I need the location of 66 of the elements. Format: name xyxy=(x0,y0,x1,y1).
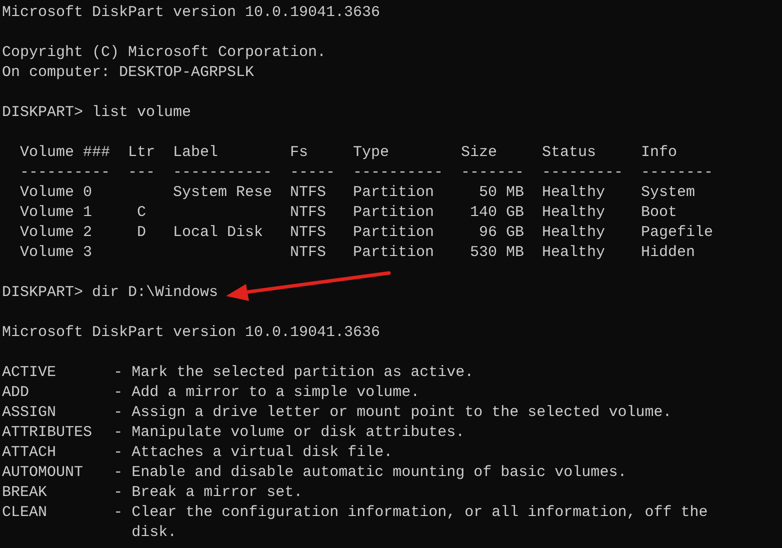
command-description: - Mark the selected partition as active. xyxy=(114,363,475,383)
table-cell: Local Disk xyxy=(173,223,264,243)
command-name: ASSIGN xyxy=(2,404,56,421)
table-cell: Volume 0 xyxy=(20,183,92,203)
table-cell: Partition xyxy=(353,203,434,223)
table-cell: NTFS xyxy=(290,243,326,263)
table-cell: 140 GB xyxy=(470,203,524,223)
table-cell: NTFS xyxy=(290,183,326,203)
header-underline: -------- xyxy=(641,163,714,183)
console-line: Microsoft DiskPart version 10.0.19041.3636 xyxy=(2,323,380,343)
header-underline: ---------- xyxy=(20,163,110,183)
header-underline: --------- xyxy=(542,163,624,183)
console-line: Microsoft DiskPart version 10.0.19041.3636 xyxy=(2,3,380,23)
command-name: CLEAN xyxy=(2,504,48,521)
header-underline: ----------- xyxy=(173,163,272,183)
console-line: Copyright (C) Microsoft Corporation. xyxy=(2,43,326,63)
command-description: - Enable and disable automatic mounting of basic volumes. xyxy=(114,463,628,483)
command-name: ADD xyxy=(2,384,30,401)
command-description: - Attaches a virtual disk file. xyxy=(114,443,394,463)
column-header: Fs xyxy=(290,143,310,163)
console-line: On computer: DESKTOP-AGRPSLK xyxy=(2,63,254,83)
table-cell: Volume 2 xyxy=(20,223,92,243)
command-line: DISKPART> list volume xyxy=(2,103,192,123)
table-cell: C xyxy=(136,203,146,223)
command-description: - Clear the configuration information, or all information, off the disk. xyxy=(114,503,709,543)
table-cell: NTFS xyxy=(290,223,326,243)
command-name: ATTRIBUTES xyxy=(2,424,92,441)
column-header: Label xyxy=(173,143,220,163)
header-underline: ----- xyxy=(290,163,336,183)
column-header: Type xyxy=(353,143,390,163)
command-name: ATTACH xyxy=(2,444,56,461)
header-underline: --- xyxy=(128,163,155,183)
table-cell: 50 MB xyxy=(479,183,524,203)
table-cell: Boot xyxy=(641,203,678,223)
table-cell: 96 GB xyxy=(479,223,524,243)
column-header: Volume ### xyxy=(20,143,110,163)
column-header: Status xyxy=(542,143,598,163)
column-header: Info xyxy=(641,143,678,163)
table-cell: Healthy xyxy=(542,223,606,243)
header-underline: ---------- xyxy=(353,163,444,183)
table-cell: Healthy xyxy=(542,243,606,263)
command-description: - Assign a drive letter or mount point to the selected volume. xyxy=(114,403,673,423)
table-cell: Volume 3 xyxy=(20,243,92,263)
table-cell: Hidden xyxy=(641,243,696,263)
table-cell: Partition xyxy=(353,223,434,243)
column-header: Ltr xyxy=(128,143,155,163)
table-cell: System Rese xyxy=(173,183,272,203)
table-cell: System xyxy=(641,183,696,203)
command-description: - Break a mirror set. xyxy=(114,483,304,503)
table-cell: 530 MB xyxy=(470,243,524,263)
table-cell: NTFS xyxy=(290,203,326,223)
command-description: - Add a mirror to a simple volume. xyxy=(114,383,421,403)
header-underline: ------- xyxy=(461,163,524,183)
command-description: - Manipulate volume or disk attributes. xyxy=(114,423,466,443)
command-line: DISKPART> dir D:\Windows xyxy=(2,283,218,303)
table-cell: Partition xyxy=(353,243,434,263)
table-cell: Healthy xyxy=(542,183,606,203)
command-name: ACTIVE xyxy=(2,364,56,381)
table-cell: Partition xyxy=(353,183,434,203)
column-header: Size xyxy=(461,143,498,163)
table-cell: D xyxy=(136,223,146,243)
table-cell: Volume 1 xyxy=(20,203,92,223)
table-cell: Pagefile xyxy=(641,223,714,243)
table-cell: Healthy xyxy=(542,203,606,223)
command-name: AUTOMOUNT xyxy=(2,464,84,481)
command-name: BREAK xyxy=(2,484,48,501)
